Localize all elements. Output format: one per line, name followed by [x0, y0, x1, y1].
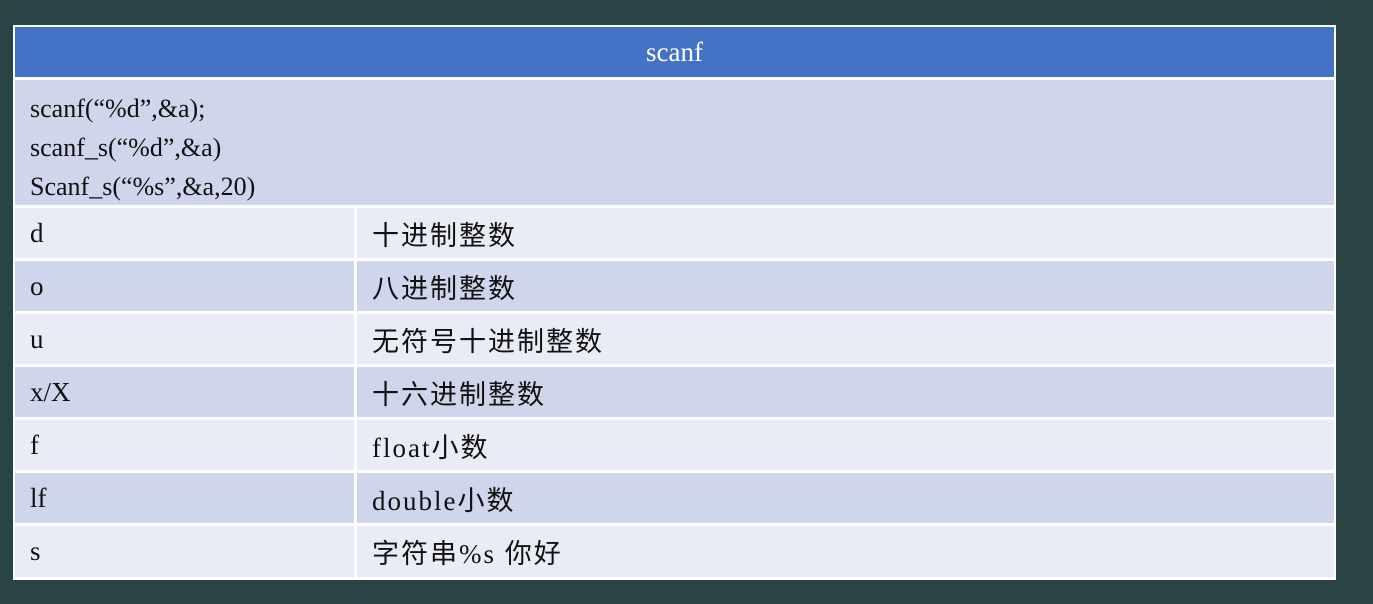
table-row: f float小数: [15, 420, 1334, 470]
table-row: lf double小数: [15, 473, 1334, 523]
description-cell: double小数: [357, 473, 1334, 523]
specifier-cell: o: [15, 261, 354, 311]
description-cell: 八进制整数: [357, 261, 1334, 311]
table-row: s 字符串%s 你好: [15, 526, 1334, 577]
table-row: x/X 十六进制整数: [15, 367, 1334, 417]
description-cell: 无符号十进制整数: [357, 314, 1334, 364]
specifier-cell: s: [15, 526, 354, 577]
code-examples: scanf(“%d”,&a); scanf_s(“%d”,&a) Scanf_s…: [15, 80, 1334, 205]
specifier-cell: x/X: [15, 367, 354, 417]
description-cell: 字符串%s 你好: [357, 526, 1334, 577]
table-header: scanf: [15, 27, 1334, 77]
code-line: Scanf_s(“%s”,&a,20): [30, 172, 256, 201]
description-cell: 十进制整数: [357, 208, 1334, 258]
specifier-cell: u: [15, 314, 354, 364]
format-specifier-table: scanf scanf(“%d”,&a); scanf_s(“%d”,&a) S…: [13, 25, 1336, 580]
specifier-rows: d 十进制整数 o 八进制整数 u 无符号十进制整数 x/X 十六进制整数 f …: [15, 208, 1334, 577]
specifier-cell: f: [15, 420, 354, 470]
table-row: d 十进制整数: [15, 208, 1334, 258]
description-cell: 十六进制整数: [357, 367, 1334, 417]
table-row: o 八进制整数: [15, 261, 1334, 311]
code-line: scanf(“%d”,&a);: [30, 94, 206, 123]
table-row: u 无符号十进制整数: [15, 314, 1334, 364]
specifier-cell: lf: [15, 473, 354, 523]
specifier-cell: d: [15, 208, 354, 258]
code-line: scanf_s(“%d”,&a): [30, 133, 222, 162]
description-cell: float小数: [357, 420, 1334, 470]
